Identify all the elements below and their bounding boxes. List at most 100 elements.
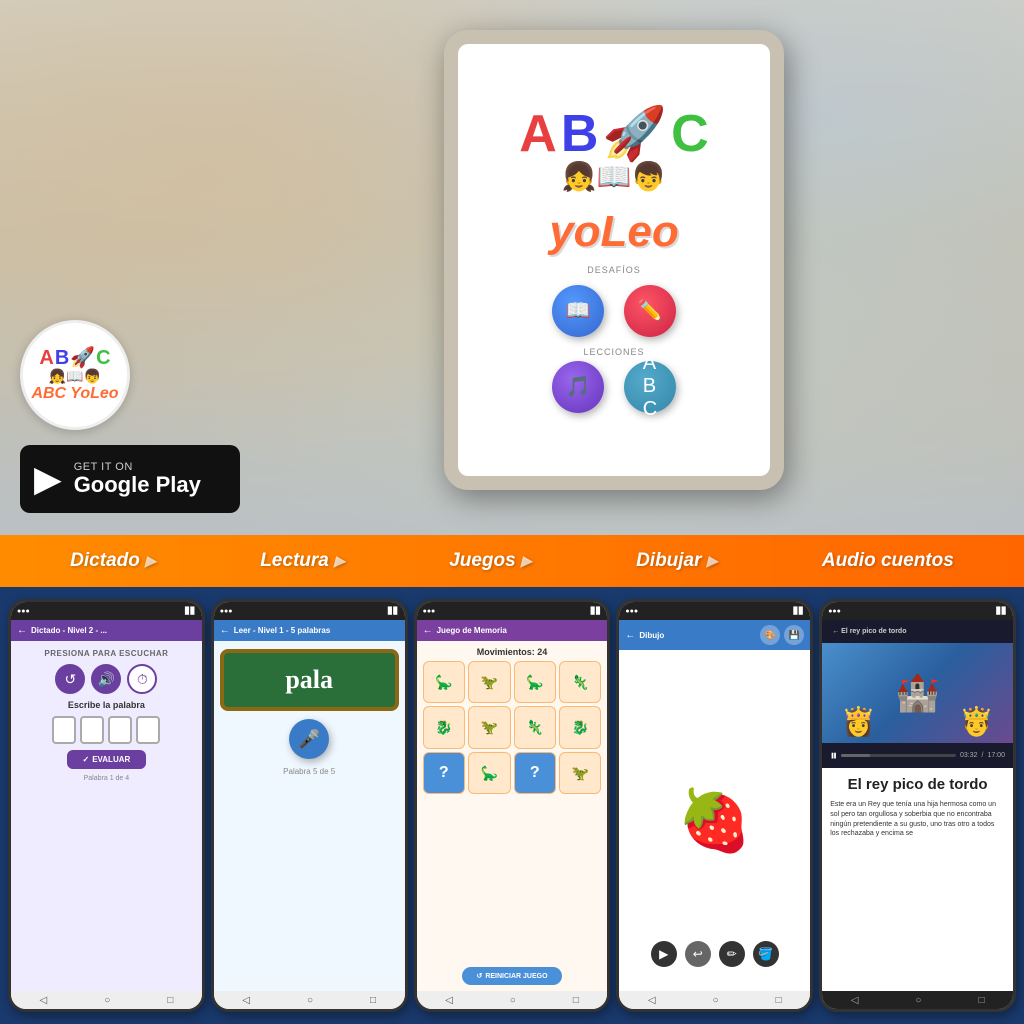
card-12[interactable]: 🦖 [559,752,601,794]
tablet-abecedario-btn[interactable]: ABC [624,361,676,413]
dictado-refresh-btn[interactable]: ↺ [55,664,85,694]
draw-undo-btn[interactable]: ↩ [685,941,711,967]
phone4-title: Dibujo [639,631,664,640]
tablet-dictado-btn[interactable]: ✏️ [624,285,676,337]
tablet-lecciones-label: LECCIONES [583,347,644,357]
drawing-canvas[interactable]: 🍓 [625,714,804,928]
audio-story-image: 🏰 👸 🤴 [822,643,1013,743]
palabra-number: Palabra 5 de 5 [283,767,335,776]
nav-recent[interactable]: □ [978,995,984,1006]
word-box-1[interactable] [52,716,76,744]
nav-home[interactable]: ○ [307,995,313,1006]
chalkboard-display: pala [220,649,399,711]
dictado-sound-btn[interactable]: 🔊 [91,664,121,694]
logo-yoleo-text: ABC YoLeo [31,385,118,403]
nav-back[interactable]: ◁ [445,995,453,1006]
dictado-word-count: Palabra 1 de 4 [84,775,130,782]
phone5-title: ← El rey pico de tordo [828,625,910,638]
tablet-main-buttons: 📖 ✏️ [552,285,676,337]
phone4-back[interactable]: ← [625,630,635,641]
phone3-title: Juego de Memoria [437,626,507,635]
dictado-timer-btn[interactable]: ⏱ [127,664,157,694]
card-11[interactable]: ? [514,752,556,794]
card-10[interactable]: 🦕 [468,752,510,794]
nav-home[interactable]: ○ [915,995,921,1006]
nav-recent[interactable]: □ [167,995,173,1006]
nav-back[interactable]: ◁ [851,995,859,1006]
tablet-secondary-buttons: 🎵 ABC [552,361,676,413]
tablet-leer-btn[interactable]: 📖 [552,285,604,337]
card-9[interactable]: ? [423,752,465,794]
google-play-name: Google Play [74,473,201,497]
phone1-title: Dictado - Nivel 2 - ... [31,626,107,635]
nav-back[interactable]: ◁ [648,995,656,1006]
word-box-4[interactable] [136,716,160,744]
audio-progress-bar[interactable] [841,754,956,757]
evaluar-button[interactable]: ✓ EVALUAR [67,750,147,769]
phone3-back[interactable]: ← [423,625,433,636]
banner-audio-cuentos[interactable]: Audio cuentos [822,550,954,572]
draw-play-btn[interactable]: ▶ [651,941,677,967]
phone4-header: ← Dibujo 🎨 💾 [619,620,810,650]
movimientos-count: Movimientos: 24 [477,647,548,657]
card-6[interactable]: 🦖 [468,706,510,748]
nav-recent[interactable]: □ [776,995,782,1006]
audio-controls: ⏸ 03:32 / 17:00 [822,743,1013,768]
evaluar-check: ✓ [83,755,90,764]
card-1[interactable]: 🦕 [423,661,465,703]
phone1-status: ●●●▊▊ [11,602,202,620]
memory-grid: 🦕 🦖 🦕 🦎 🐉 🦖 🦎 🐉 ? 🦕 ? 🦖 [423,661,602,794]
banner-dictado[interactable]: Dictado [70,550,140,572]
drawing-subject: 🍓 [677,785,752,856]
audio-progress-fill [841,754,870,757]
audio-pause-btn[interactable]: ⏸ [830,747,837,764]
microphone-button[interactable]: 🎤 [289,719,329,759]
castle-icon: 🏰 [895,672,940,714]
princess-icon: 👸 [841,705,876,738]
banner-juegos[interactable]: Juegos [449,550,516,572]
tablet-kids-emoji: 👧📖👦 [562,160,667,193]
nav-recent[interactable]: □ [573,995,579,1006]
nav-home[interactable]: ○ [104,995,110,1006]
phone2-back[interactable]: ← [220,625,230,636]
tablet-yoleo-text: yoLeo [549,207,679,257]
phone5-status: ●●●▊▊ [822,602,1013,620]
phone2-status: ●●●▊▊ [214,602,405,620]
card-7[interactable]: 🦎 [514,706,556,748]
phone-dibujar: ●●●▊▊ ← Dibujo 🎨 💾 🍓 ▶ ↩ ✏ 🪣 ◁ ○ □ [616,599,813,1012]
audio-time-total: 17:00 [987,752,1005,759]
draw-pencil-btn[interactable]: ✏ [719,941,745,967]
nav-home[interactable]: ○ [713,995,719,1006]
card-3[interactable]: 🦕 [514,661,556,703]
phone2-title: Leer - Nivel 1 - 5 palabras [234,626,331,635]
reiniciar-icon: ↺ [476,972,482,980]
word-box-2[interactable] [80,716,104,744]
word-boxes [52,716,160,744]
banner-lectura[interactable]: Lectura [260,550,329,572]
card-2[interactable]: 🦖 [468,661,510,703]
reiniciar-button[interactable]: ↺ REINICIAR JUEGO [462,967,561,985]
phone2-body: pala 🎤 Palabra 5 de 5 [214,641,405,991]
card-5[interactable]: 🐉 [423,706,465,748]
banner-dibujar[interactable]: Dibujar [636,550,701,572]
phone-screenshots-section: ●●●▊▊ ← Dictado - Nivel 2 - ... PRESIONA… [0,587,1024,1024]
logo-kids-emoji: 👧📖👦 [49,368,101,385]
card-4[interactable]: 🦎 [559,661,601,703]
app-logo: AB🚀C 👧📖👦 ABC YoLeo [20,320,130,430]
nav-recent[interactable]: □ [370,995,376,1006]
google-play-badge[interactable]: ▶ GET IT ON Google Play [20,445,240,513]
drawing-palette-btn[interactable]: 🎨 [760,625,780,645]
phone4-status: ●●●▊▊ [619,602,810,620]
word-box-3[interactable] [108,716,132,744]
drawing-save-btn[interactable]: 💾 [784,625,804,645]
phone1-back[interactable]: ← [17,625,27,636]
phone5-body: 🏰 👸 🤴 ⏸ 03:32 / 17:00 El rey pico de tor… [822,643,1013,991]
tablet-vocales-btn[interactable]: 🎵 [552,361,604,413]
nav-back[interactable]: ◁ [242,995,250,1006]
chalkboard-word: pala [236,665,383,695]
king-icon: 🤴 [959,705,994,738]
card-8[interactable]: 🐉 [559,706,601,748]
nav-back[interactable]: ◁ [40,995,48,1006]
draw-fill-btn[interactable]: 🪣 [753,941,779,967]
nav-home[interactable]: ○ [510,995,516,1006]
